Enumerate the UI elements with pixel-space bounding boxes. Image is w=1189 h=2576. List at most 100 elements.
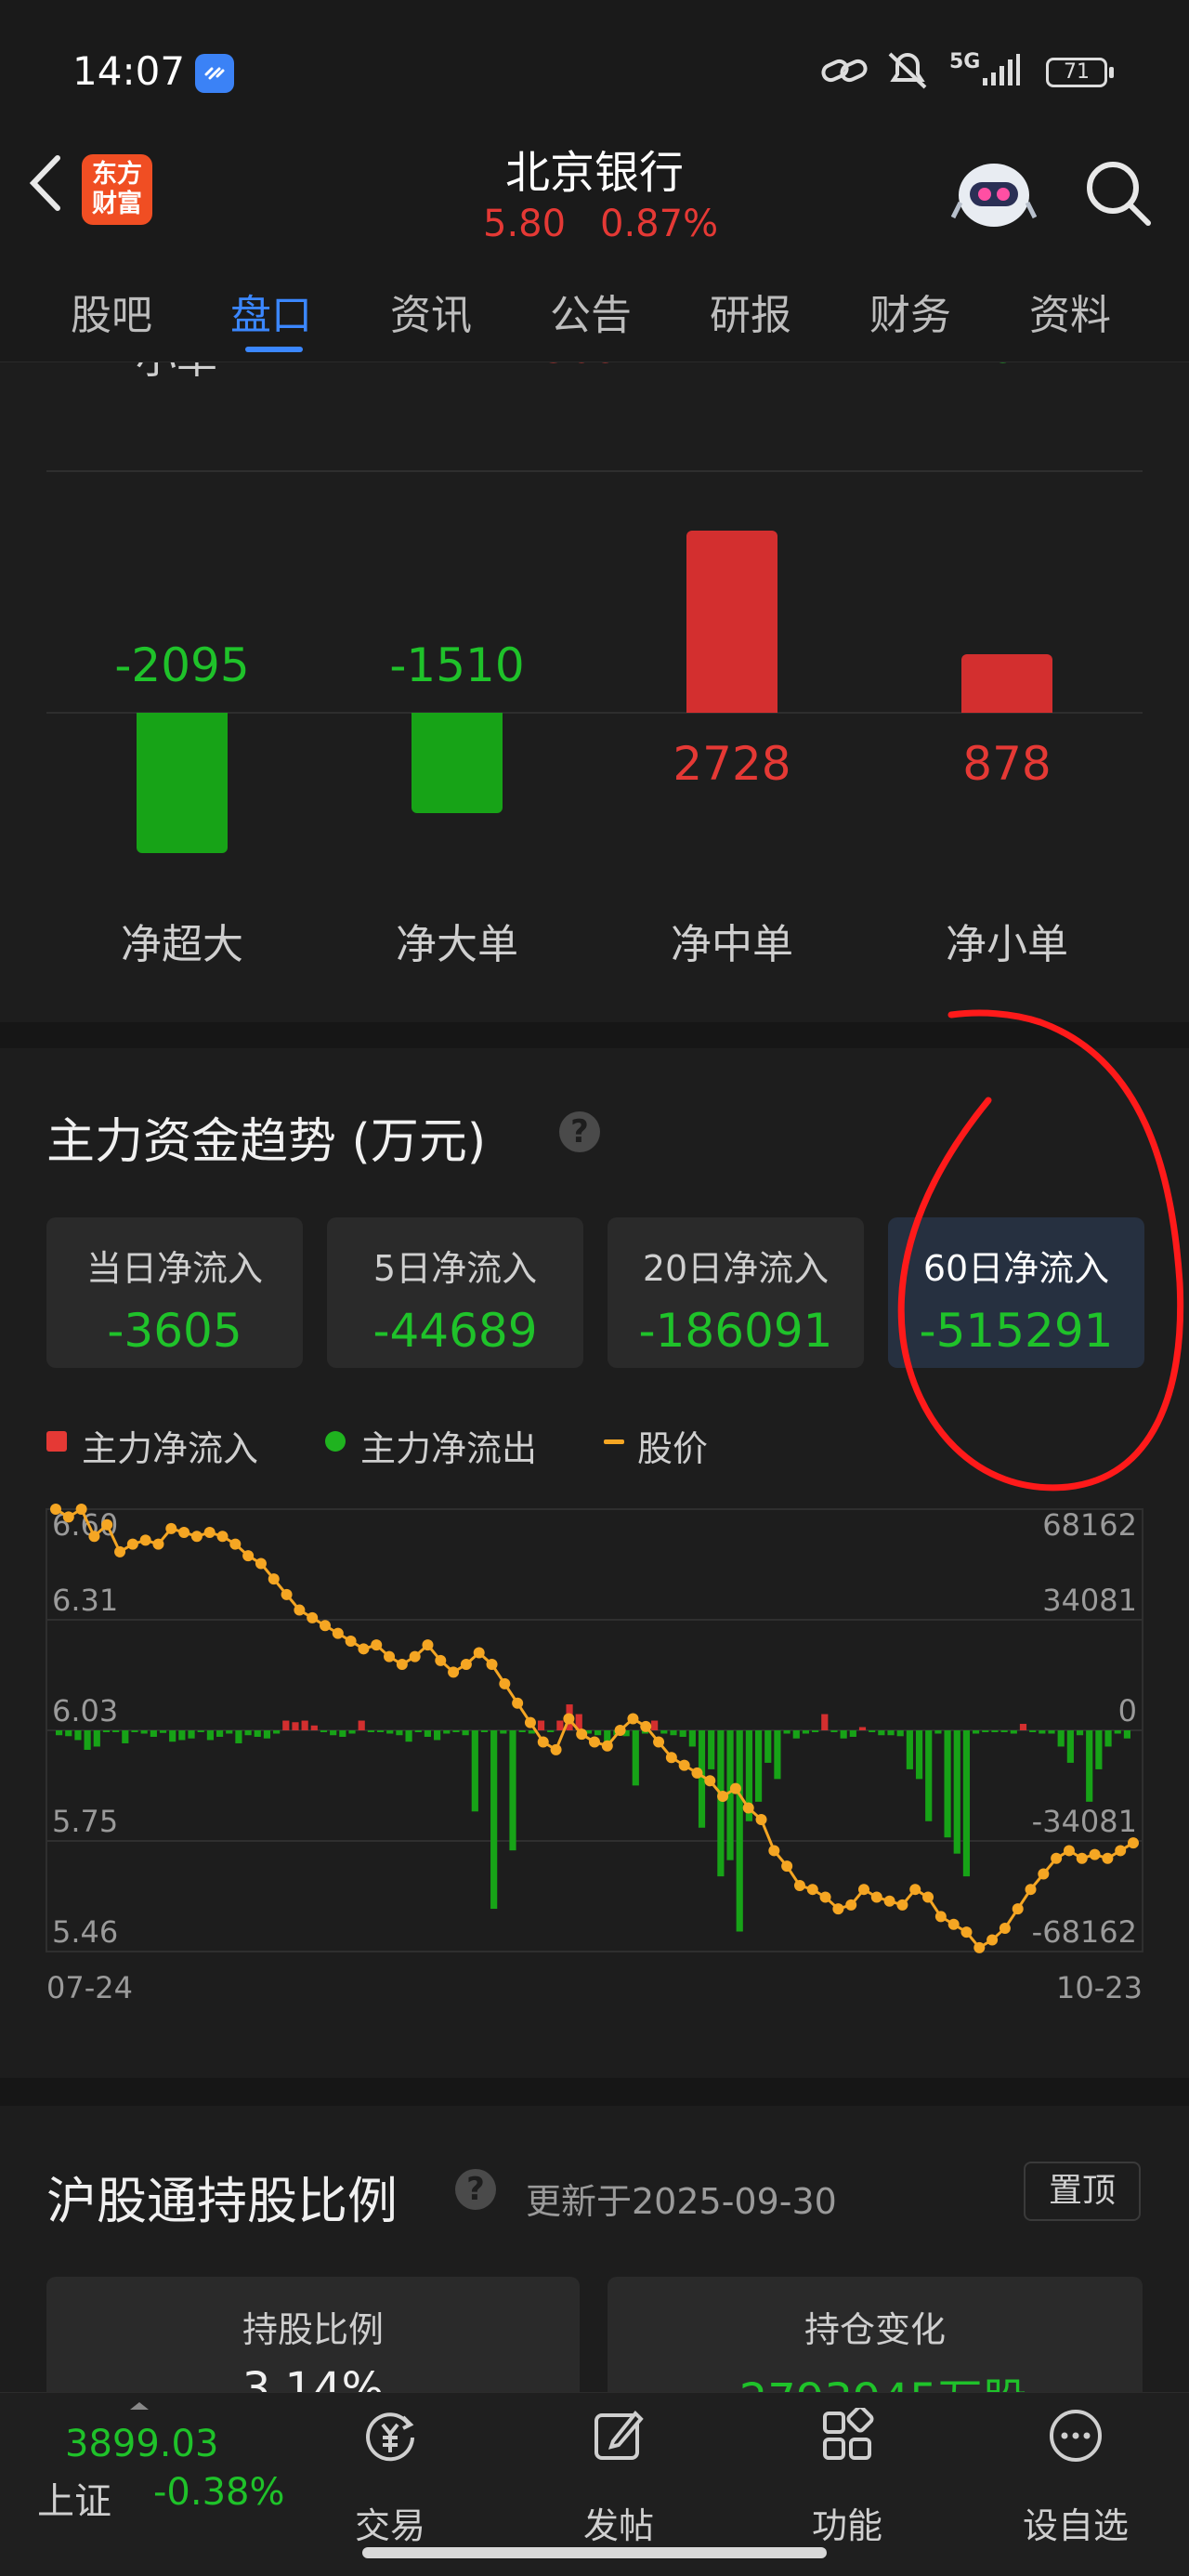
pin-button[interactable]: 置顶 (1024, 2162, 1141, 2221)
index-change: -0.38% (153, 2471, 285, 2514)
price-point (665, 1752, 677, 1764)
y-tick-left: 5.46 (52, 1914, 118, 1950)
tab-news[interactable]: 资讯 (390, 282, 472, 341)
net-flow-category: 净小单 (946, 921, 1068, 968)
stock-name: 北京银行 (504, 147, 684, 199)
tab-research[interactable]: 研报 (710, 282, 791, 341)
net-flow-category: 净中单 (671, 921, 793, 968)
mute-icon (884, 48, 931, 95)
price-point (755, 1814, 767, 1826)
flow-bar (717, 1730, 725, 1877)
legend-swatch-outflow (325, 1431, 346, 1452)
price-point (960, 1926, 973, 1939)
flow-bar (698, 1730, 706, 1828)
flow-bar (869, 1730, 876, 1732)
price-point (229, 1538, 242, 1550)
robot-assistant-icon[interactable] (950, 151, 1038, 236)
price-point (1063, 1845, 1075, 1857)
flow-bar (169, 1730, 176, 1742)
price-point (139, 1534, 151, 1546)
price-point (934, 1911, 947, 1923)
price-point (640, 1720, 652, 1732)
help-icon[interactable]: ? (455, 2169, 496, 2210)
price-point (178, 1527, 190, 1539)
price-point (1128, 1837, 1139, 1849)
flow-bar (65, 1730, 72, 1737)
flow-bar (792, 1730, 800, 1739)
price-point (768, 1845, 780, 1857)
flow-bar (244, 1730, 252, 1736)
price-point (358, 1643, 370, 1655)
help-icon[interactable]: ? (559, 1111, 600, 1152)
battery-level: 71 (1064, 60, 1090, 84)
price-point (88, 1531, 100, 1543)
flow-bar (178, 1730, 186, 1741)
tab-profile[interactable]: 资料 (1029, 282, 1111, 341)
y-tick-right: -68162 (1032, 1914, 1137, 1950)
pin-label: 置顶 (1048, 2172, 1116, 2210)
legend-swatch-inflow (46, 1431, 67, 1452)
price-point (409, 1650, 421, 1663)
price-point (50, 1504, 61, 1515)
price-point (832, 1903, 844, 1915)
price-point (268, 1573, 280, 1585)
y-tick-right: 34081 (1042, 1583, 1137, 1618)
flow-bar (783, 1730, 790, 1734)
flow-bar (887, 1730, 895, 1736)
card-5day-flow[interactable]: 5日净流入 -44689 (327, 1217, 583, 1368)
tab-pankou[interactable]: 盘口 (230, 282, 312, 341)
legend-price: 股价 (637, 1428, 709, 1469)
flow-bar (962, 1730, 971, 1877)
price-point (1089, 1848, 1101, 1860)
net-flow-bar (686, 531, 777, 713)
flow-bar (1086, 1730, 1093, 1802)
legend-inflow: 主力净流入 (82, 1428, 259, 1469)
tab-announcements[interactable]: 公告 (550, 282, 632, 341)
flow-bar (973, 1730, 980, 1734)
flow-bar (1066, 1730, 1074, 1763)
app-logo[interactable]: 东方 财富 (82, 154, 152, 225)
hsgt-ratio-card: 持股比例 3.14% (46, 2277, 580, 2394)
flow-bar (216, 1730, 224, 1737)
card-value: -186091 (638, 1304, 833, 1358)
price-point (486, 1659, 498, 1671)
net-flow-category: 净超大 (121, 921, 243, 968)
price-point (307, 1611, 319, 1623)
stock-price: 5.80 (483, 203, 567, 245)
flow-bar (367, 1730, 374, 1732)
search-icon[interactable] (1083, 158, 1154, 232)
price-point (883, 1895, 895, 1907)
tab-finance[interactable]: 财务 (869, 282, 951, 341)
price-point (678, 1759, 690, 1771)
grid-icon (823, 2408, 874, 2460)
price-point (524, 1716, 536, 1728)
link-icon (819, 52, 869, 93)
flow-bar (660, 1730, 668, 1734)
tab-guba[interactable]: 股吧 (71, 282, 152, 341)
flow-bar (915, 1730, 923, 1780)
flow-bar (537, 1720, 545, 1730)
flow-bar (953, 1730, 960, 1854)
flow-bar (434, 1730, 441, 1741)
index-ticker[interactable]: 3899.03 上证 -0.38% (28, 2402, 297, 2532)
small-order-out: 22219 (888, 362, 1018, 373)
price-point (101, 1518, 113, 1531)
back-button[interactable] (19, 151, 74, 216)
flow-bar (509, 1730, 516, 1851)
price-point (152, 1538, 164, 1550)
price-point (320, 1620, 331, 1632)
price-point (190, 1531, 203, 1543)
flow-bar (414, 1730, 422, 1732)
card-label: 5日净流入 (372, 1248, 538, 1289)
price-point (986, 1934, 999, 1946)
card-day-flow[interactable]: 当日净流入 -3605 (46, 1217, 303, 1368)
flow-bar (896, 1730, 904, 1737)
hsgt-section: 沪股通持股比例 ? 更新于2025-09-30 置顶 持股比例 3.14% 持仓… (0, 2106, 1189, 2394)
card-20day-flow[interactable]: 20日净流入 -186091 (608, 1217, 864, 1368)
flow-trend-chart: 6.606.316.035.755.4668162340810-34081-68… (46, 1504, 1143, 2005)
flow-bar (840, 1730, 847, 1739)
hsgt-updated: 更新于2025-09-30 (526, 2181, 837, 2222)
flow-bar (1076, 1730, 1084, 1736)
price-point (870, 1891, 882, 1903)
price-point (396, 1659, 408, 1671)
